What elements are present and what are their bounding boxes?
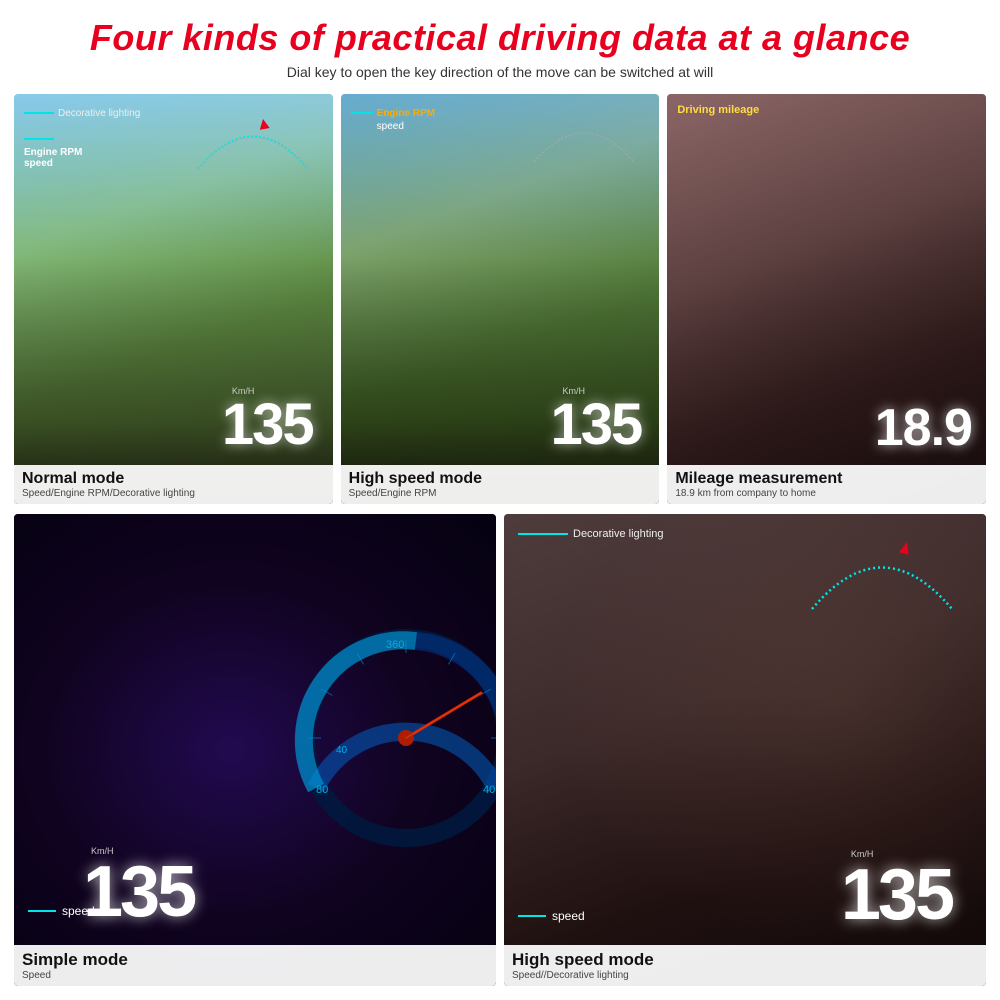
bottom-grid: 80 360 400 40 speed Km/H 135 [14,514,986,986]
simple-mode-title: Simple mode [22,950,488,970]
simple-speed: 135 [83,856,194,928]
high-speed-footer: High speed mode Speed/Engine RPM [341,465,660,504]
high-speed-mode-title: High speed mode [349,470,652,488]
card-normal-mode: Decorative lighting Engine RPMspeed Km/H… [14,94,333,504]
mileage-speed: 18.9 [875,402,972,454]
mileage-footer: Mileage measurement 18.9 km from company… [667,465,986,504]
mileage-mode-subtitle: 18.9 km from company to home [675,488,978,499]
high-speed-speed: 135 [551,396,642,454]
card-mileage-mode: Driving mileage 18.9 Mileage measurement… [667,94,986,504]
normal-decorative-label: Decorative lighting [58,108,140,119]
hsd-engine-label: Engine RPM [377,108,435,119]
hsd-footer: High speed mode Speed//Decorative lighti… [504,945,986,986]
card-high-speed-mode: Engine RPM speed Km/H 135 High speed mod… [341,94,660,504]
mileage-mode-title: Mileage measurement [675,470,978,488]
hsd-mode-subtitle: Speed//Decorative lighting [512,970,978,981]
normal-mode-title: Normal mode [22,470,325,488]
normal-speed: 135 [222,396,313,454]
card-simple-mode: 80 360 400 40 speed Km/H 135 [14,514,496,986]
normal-footer: Normal mode Speed/Engine RPM/Decorative … [14,465,333,504]
normal-engine-label: Engine RPMspeed [24,147,140,169]
hsd-decorative-label: Decorative lighting [573,528,664,540]
hsd-mode-title: High speed mode [512,950,978,970]
driving-mileage-label: Driving mileage [677,104,976,116]
normal-mode-subtitle: Speed/Engine RPM/Decorative lighting [22,488,325,499]
svg-text:400: 400 [483,784,496,796]
high-speed-mode-subtitle: Speed/Engine RPM [349,488,652,499]
card-hsd-mode: Decorative lighting speed Km/H 135 High … [504,514,986,986]
top-grid: Decorative lighting Engine RPMspeed Km/H… [14,94,986,504]
hsd-speed-label: speed [552,909,585,923]
page-wrapper: Four kinds of practical driving data at … [0,0,1000,1000]
simple-footer: Simple mode Speed [14,945,496,986]
page-subtitle: Dial key to open the key direction of th… [14,64,986,80]
header: Four kinds of practical driving data at … [14,18,986,84]
simple-mode-subtitle: Speed [22,970,488,981]
page-title: Four kinds of practical driving data at … [14,18,986,58]
hsd-speed: 135 [841,859,952,931]
